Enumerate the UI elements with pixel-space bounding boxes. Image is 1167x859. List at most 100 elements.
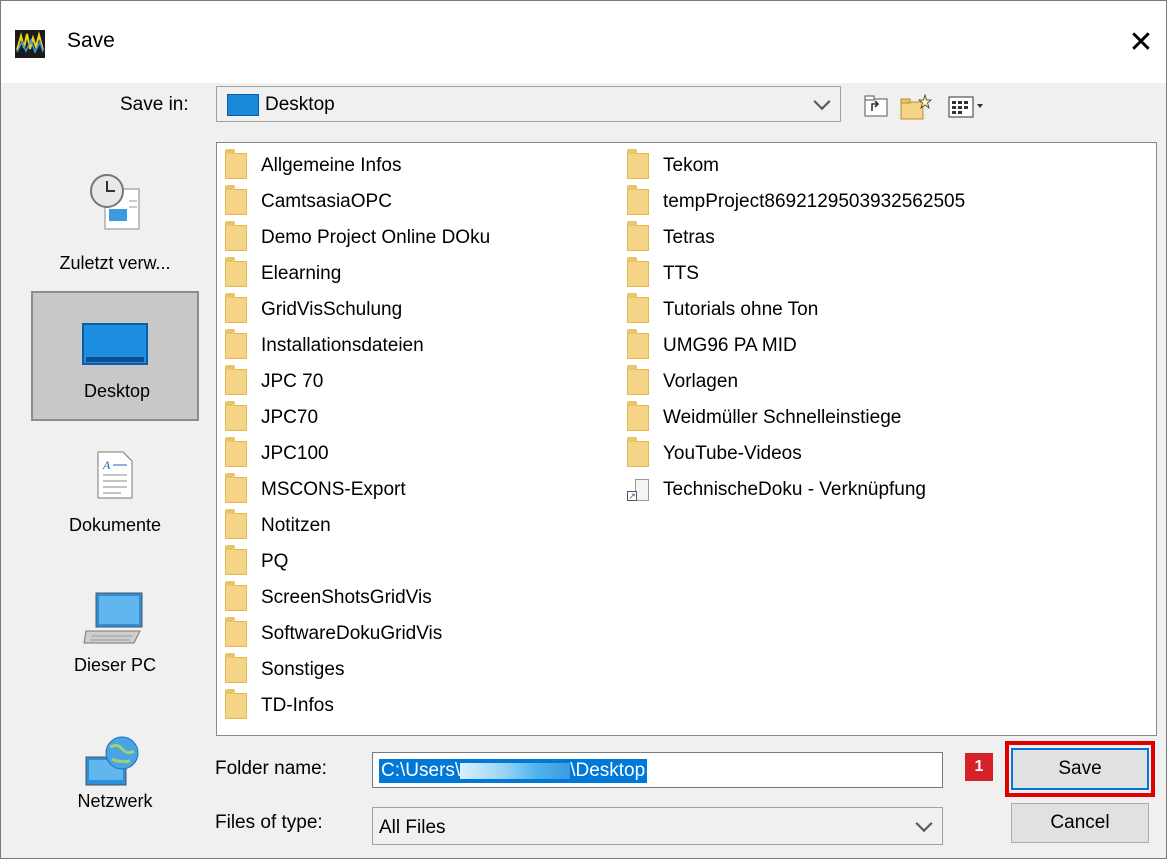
sidebar-item-desktop[interactable]: Desktop: [31, 291, 199, 421]
save-in-dropdown[interactable]: Desktop: [216, 86, 841, 122]
list-item[interactable]: Sonstiges: [217, 652, 490, 688]
list-item[interactable]: JPC100: [217, 436, 490, 472]
folder-icon: [225, 437, 247, 467]
list-item-label: UMG96 PA MID: [663, 335, 797, 356]
list-item-label: CamtsasiaOPC: [261, 191, 392, 212]
list-item[interactable]: ↗ TechnischeDoku - Verknüpfung: [619, 472, 965, 508]
files-of-type-dropdown[interactable]: All Files: [372, 807, 943, 845]
folder-icon: [225, 653, 247, 683]
list-item-label: JPC100: [261, 443, 329, 464]
list-item-label: GridVisSchulung: [261, 299, 403, 320]
list-item[interactable]: TTS: [619, 256, 965, 292]
app-logo-icon: [15, 30, 45, 58]
list-item[interactable]: Tetras: [619, 220, 965, 256]
folder-icon: [225, 329, 247, 359]
title-bar: Save ✕: [1, 1, 1166, 83]
file-list[interactable]: Allgemeine Infos CamtsasiaOPC Demo Proje…: [216, 142, 1157, 736]
list-item-label: MSCONS-Export: [261, 479, 406, 500]
files-of-type-label: Files of type:: [215, 812, 323, 833]
folder-name-prefix: C:\Users\: [381, 760, 461, 781]
list-item-label: Allgemeine Infos: [261, 155, 402, 176]
list-item-label: Weidmüller Schnelleinstiege: [663, 407, 902, 428]
list-item[interactable]: Allgemeine Infos: [217, 148, 490, 184]
documents-icon: A: [97, 451, 133, 504]
list-item-label: TechnischeDoku - Verknüpfung: [663, 479, 926, 500]
list-item-label: TD-Infos: [261, 695, 334, 716]
list-item[interactable]: Vorlagen: [619, 364, 965, 400]
folder-icon: [225, 185, 247, 215]
folder-icon: [225, 221, 247, 251]
list-item[interactable]: Tutorials ohne Ton: [619, 292, 965, 328]
folder-icon: [627, 149, 649, 179]
list-item[interactable]: ScreenShotsGridVis: [217, 580, 490, 616]
file-list-column: Tekom tempProject8692129503932562505 Tet…: [619, 148, 965, 508]
sidebar-item-label: Zuletzt verw...: [59, 253, 171, 273]
folder-icon: [627, 293, 649, 323]
sidebar-item-recent[interactable]: Zuletzt verw...: [31, 163, 199, 283]
list-item[interactable]: tempProject8692129503932562505: [619, 184, 965, 220]
list-item-label: JPC 70: [261, 371, 324, 392]
list-item-label: TTS: [663, 263, 699, 284]
close-button[interactable]: ✕: [1121, 23, 1161, 63]
list-item[interactable]: SoftwareDokuGridVis: [217, 616, 490, 652]
view-menu-icon[interactable]: [945, 93, 987, 119]
folder-icon: [225, 401, 247, 431]
list-item[interactable]: CamtsasiaOPC: [217, 184, 490, 220]
list-item[interactable]: PQ: [217, 544, 490, 580]
file-list-column: Allgemeine Infos CamtsasiaOPC Demo Proje…: [217, 148, 490, 724]
list-item[interactable]: JPC70: [217, 400, 490, 436]
list-item-label: Elearning: [261, 263, 342, 284]
sidebar-item-documents[interactable]: A Dokumente: [31, 439, 199, 559]
sidebar-item-label: Desktop: [83, 381, 151, 401]
folder-icon: [627, 365, 649, 395]
list-item[interactable]: UMG96 PA MID: [619, 328, 965, 364]
sidebar-item-label: Dieser PC: [73, 655, 157, 675]
create-new-folder-icon[interactable]: [899, 93, 933, 120]
list-item-label: Notitzen: [261, 515, 331, 536]
list-item-label: Demo Project Online DOku: [261, 227, 491, 248]
shortcut-icon: ↗: [627, 477, 649, 503]
list-item-label: Sonstiges: [261, 659, 345, 680]
list-item[interactable]: Demo Project Online DOku: [217, 220, 490, 256]
list-item-label: Installationsdateien: [261, 335, 424, 356]
save-dialog: Save ✕ Save in: Desktop Zuletzt verw... …: [0, 0, 1167, 859]
desktop-icon: [82, 323, 148, 370]
folder-icon: [225, 293, 247, 323]
folder-name-suffix: \Desktop: [570, 760, 646, 781]
folder-icon: [627, 185, 649, 215]
list-item-label: ScreenShotsGridVis: [261, 587, 432, 608]
sidebar-item-network[interactable]: Netzwerk: [31, 715, 199, 835]
list-item[interactable]: Weidmüller Schnelleinstiege: [619, 400, 965, 436]
list-item-label: PQ: [261, 551, 289, 572]
svg-text:A: A: [102, 458, 111, 472]
folder-name-label: Folder name:: [215, 758, 327, 779]
folder-name-input[interactable]: C:\Users\ \Desktop: [372, 752, 943, 788]
list-item-label: JPC70: [261, 407, 319, 428]
list-item-label: tempProject8692129503932562505: [663, 191, 966, 212]
folder-icon: [225, 617, 247, 647]
save-in-value: Desktop: [265, 94, 335, 115]
list-item-label: Tekom: [663, 155, 719, 176]
folder-icon: [225, 689, 247, 719]
list-item[interactable]: Tekom: [619, 148, 965, 184]
list-item[interactable]: Elearning: [217, 256, 490, 292]
list-item[interactable]: Installationsdateien: [217, 328, 490, 364]
list-item-label: Vorlagen: [663, 371, 739, 392]
list-item[interactable]: TD-Infos: [217, 688, 490, 724]
list-item-label: SoftwareDokuGridVis: [261, 623, 443, 644]
list-item[interactable]: GridVisSchulung: [217, 292, 490, 328]
up-one-level-icon[interactable]: [863, 93, 891, 119]
this-pc-icon: [82, 591, 148, 650]
list-item[interactable]: YouTube-Videos: [619, 436, 965, 472]
list-item[interactable]: Notitzen: [217, 508, 490, 544]
folder-icon: [225, 365, 247, 395]
sidebar-item-this-pc[interactable]: Dieser PC: [31, 577, 199, 697]
list-item[interactable]: JPC 70: [217, 364, 490, 400]
save-button[interactable]: Save: [1011, 748, 1149, 790]
list-item[interactable]: MSCONS-Export: [217, 472, 490, 508]
folder-icon: [627, 401, 649, 431]
step-badge: 1: [965, 753, 993, 781]
folder-icon: [225, 545, 247, 575]
cancel-button[interactable]: Cancel: [1011, 803, 1149, 843]
files-of-type-value: All Files: [379, 817, 446, 838]
